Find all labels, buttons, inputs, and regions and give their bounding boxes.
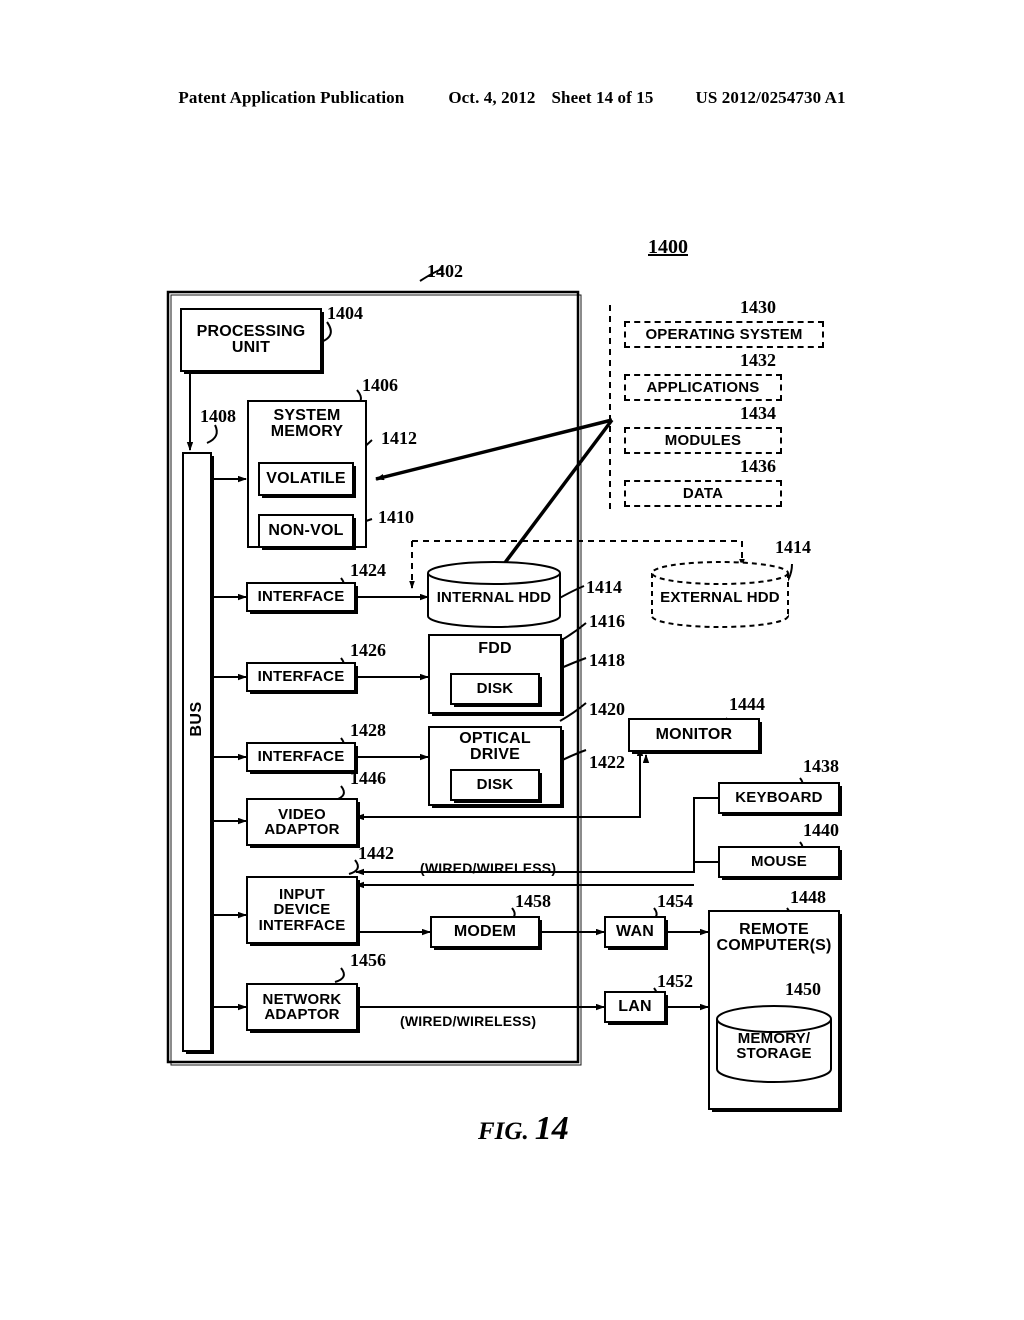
- ref-1414-external: 1414: [775, 537, 811, 557]
- memory-storage-cylinder: MEMORY/ STORAGE: [714, 1003, 834, 1085]
- ref-1422: 1422: [589, 752, 625, 772]
- fdd-disk-block: DISK: [450, 673, 540, 705]
- ref-1416: 1416: [589, 611, 625, 631]
- ref-1448: 1448: [790, 887, 826, 907]
- ref-1406: 1406: [362, 375, 398, 395]
- network-adaptor-block: NETWORK ADAPTOR: [246, 983, 358, 1031]
- ref-1420: 1420: [589, 699, 625, 719]
- optical-drive-label: OPTICAL DRIVE: [459, 730, 531, 764]
- non-volatile-memory-block: NON-VOL: [258, 514, 354, 548]
- wired-wireless-upper-label: (WIRED/WIRELESS): [420, 860, 557, 876]
- ref-1404: 1404: [327, 303, 363, 323]
- external-hdd-label: EXTERNAL HDD: [660, 589, 780, 606]
- ref-1426: 1426: [350, 640, 386, 660]
- modules-label: MODULES: [664, 431, 742, 449]
- interface-fdd-block: INTERFACE: [246, 662, 356, 692]
- ref-1456: 1456: [350, 950, 386, 970]
- ref-1430: 1430: [740, 297, 776, 317]
- operating-system-label: OPERATING SYSTEM: [645, 325, 803, 343]
- wan-label: WAN: [616, 922, 654, 940]
- ref-1458: 1458: [515, 891, 551, 911]
- ref-1434: 1434: [740, 403, 776, 423]
- video-adaptor-block: VIDEO ADAPTOR: [246, 798, 358, 846]
- remote-computers-label: REMOTE COMPUTER(S): [716, 921, 832, 955]
- ref-1408: 1408: [200, 406, 236, 426]
- input-device-interface-label: INPUT DEVICE INTERFACE: [258, 886, 346, 934]
- ref-1418: 1418: [589, 650, 625, 670]
- system-memory-label: SYSTEM MEMORY: [270, 407, 344, 441]
- network-adaptor-label: NETWORK ADAPTOR: [262, 990, 342, 1023]
- data-block: DATA: [624, 480, 782, 507]
- ref-1402: 1402: [427, 261, 463, 281]
- modem-block: MODEM: [430, 916, 540, 948]
- optical-disk-block: DISK: [450, 769, 540, 801]
- figure-caption: FIG. 14: [478, 1110, 569, 1148]
- interface-optical-label: INTERFACE: [257, 748, 345, 766]
- input-device-interface-block: INPUT DEVICE INTERFACE: [246, 876, 358, 944]
- ref-1450: 1450: [785, 979, 821, 999]
- monitor-label: MONITOR: [655, 725, 733, 743]
- fdd-label: FDD: [478, 640, 512, 657]
- video-adaptor-label: VIDEO ADAPTOR: [264, 805, 340, 838]
- interface-optical-block: INTERFACE: [246, 742, 356, 772]
- interface-fdd-label: INTERFACE: [257, 668, 345, 686]
- ref-1438: 1438: [803, 756, 839, 776]
- applications-label: APPLICATIONS: [646, 378, 760, 396]
- ref-1454: 1454: [657, 891, 693, 911]
- optical-disk-label: DISK: [476, 776, 514, 794]
- wired-wireless-lower-label: (WIRED/WIRELESS): [400, 1013, 537, 1029]
- ref-1436: 1436: [740, 456, 776, 476]
- figure-14-block-diagram: BUS 1408 PROCESSING UNIT 1404 SYSTEM MEM…: [0, 0, 1024, 1320]
- interface-hdd-block: INTERFACE: [246, 582, 356, 612]
- internal-hdd-label: INTERNAL HDD: [436, 589, 552, 606]
- ref-1452: 1452: [657, 971, 693, 991]
- ref-1432: 1432: [740, 350, 776, 370]
- ref-1400-system: 1400: [648, 236, 688, 258]
- bus-label: BUS: [188, 701, 205, 737]
- fdd-disk-label: DISK: [476, 680, 514, 698]
- keyboard-label: KEYBOARD: [735, 789, 823, 807]
- monitor-block: MONITOR: [628, 718, 760, 752]
- interface-hdd-label: INTERFACE: [257, 588, 345, 606]
- lan-label: LAN: [618, 997, 652, 1015]
- ref-1410: 1410: [378, 507, 414, 527]
- wan-block: WAN: [604, 916, 666, 948]
- figure-caption-word: FIG.: [478, 1118, 529, 1145]
- ref-1414-internal: 1414: [586, 577, 622, 597]
- lan-block: LAN: [604, 991, 666, 1023]
- mouse-label: MOUSE: [750, 853, 807, 871]
- processing-unit-label: PROCESSING UNIT: [196, 322, 306, 356]
- volatile-label: VOLATILE: [266, 469, 346, 487]
- data-label: DATA: [682, 484, 724, 502]
- figure-caption-number: 14: [534, 1110, 569, 1147]
- external-hdd-cylinder: EXTERNAL HDD: [650, 560, 790, 628]
- ref-1440: 1440: [803, 820, 839, 840]
- modules-block: MODULES: [624, 427, 782, 454]
- volatile-memory-block: VOLATILE: [258, 462, 354, 496]
- ref-1424: 1424: [350, 560, 386, 580]
- keyboard-block: KEYBOARD: [718, 782, 840, 814]
- non-volatile-label: NON-VOL: [268, 521, 344, 539]
- processing-unit-block: PROCESSING UNIT: [180, 308, 322, 372]
- ref-1412: 1412: [381, 428, 417, 448]
- ref-1444: 1444: [729, 694, 765, 714]
- ref-1428: 1428: [350, 720, 386, 740]
- modem-label: MODEM: [453, 922, 517, 940]
- mouse-block: MOUSE: [718, 846, 840, 878]
- internal-hdd-cylinder: INTERNAL HDD: [426, 560, 562, 628]
- applications-block: APPLICATIONS: [624, 374, 782, 401]
- ref-1442: 1442: [358, 843, 394, 863]
- operating-system-block: OPERATING SYSTEM: [624, 321, 824, 348]
- memory-storage-label: MEMORY/ STORAGE: [736, 1030, 812, 1063]
- ref-1446: 1446: [350, 768, 386, 788]
